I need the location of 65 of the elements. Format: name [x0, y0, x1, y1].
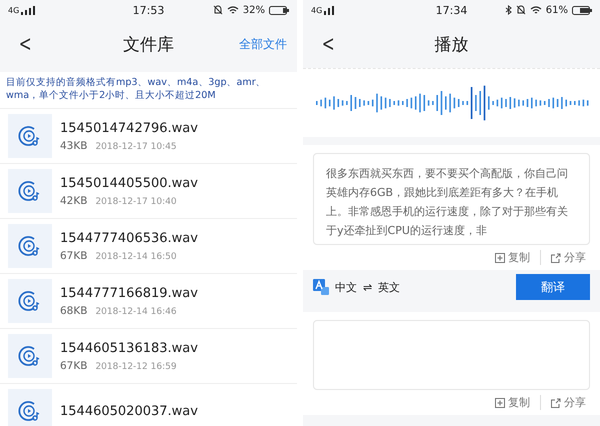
transcript-text-box[interactable]: 很多东西就买东西，要不要买个高配版，你自己问英雄内存6GB，跟她比到底差距有多大？在手机上。非常感恩手机的运行速度，除了对于那些有关于y还牵扯到CPU的运行速度，非 [313, 153, 590, 245]
page-title: 文件库 [123, 34, 174, 56]
file-size: 42KB [60, 194, 88, 206]
battery-percent: 32% [242, 4, 265, 16]
battery-icon [269, 6, 289, 14]
file-size: 68KB [60, 304, 88, 316]
translate-icon [313, 279, 329, 295]
file-list-item[interactable]: 1545014742796.wav 43KB 2018-12-17 10:45 [0, 108, 297, 163]
file-date: 2018-12-14 16:46 [95, 306, 177, 316]
audio-file-icon [8, 334, 52, 378]
wifi-icon [530, 6, 542, 14]
all-files-link[interactable]: 全部文件 [239, 36, 287, 52]
bell-muted-icon [516, 5, 526, 15]
file-name: 1544605020037.wav [60, 404, 198, 418]
battery-icon [572, 6, 592, 14]
copy-button[interactable]: 复制 [491, 250, 534, 265]
file-list-item[interactable]: 1545014405500.wav 42KB 2018-12-17 10:40 [0, 163, 297, 218]
translation-text-box[interactable] [313, 320, 590, 390]
status-time: 17:34 [436, 4, 468, 16]
audio-file-icon [8, 389, 52, 426]
transcript-text: 很多东西就买东西，要不要买个高配版，你自己问英雄内存6GB，跟她比到底差距有多大？在手机上。非常感恩手机的运行速度，除了对于那些有关于y还牵扯到CPU的运行速度，非 [326, 167, 568, 237]
network-label: 4G [8, 6, 20, 14]
format-notice: 目前仅支持的音频格式有mp3、wav、m4a、3gp、amr、wma，单个文件小于2小时、且大小不超过20M [0, 72, 297, 108]
back-button[interactable]: < [318, 32, 339, 56]
page-title: 播放 [434, 34, 468, 56]
bell-muted-icon [212, 5, 223, 15]
share-button[interactable]: 分享 [540, 250, 590, 265]
network-label: 4G [311, 6, 322, 14]
file-name: 1544777166819.wav [60, 286, 198, 300]
wifi-icon [226, 6, 239, 14]
copy-icon [495, 398, 505, 408]
bluetooth-icon [504, 5, 512, 15]
file-list-item[interactable]: 1544777406536.wav 67KB 2018-12-14 16:50 [0, 218, 297, 273]
file-date: 2018-12-17 10:40 [95, 196, 177, 206]
signal-icon [21, 6, 36, 14]
file-date: 2018-12-17 10:45 [95, 142, 177, 152]
battery-percent: 61% [546, 4, 568, 16]
file-list-item[interactable]: 1544777166819.wav 68KB 2018-12-14 16:46 [0, 273, 297, 328]
translate-button[interactable]: 翻译 [516, 274, 590, 300]
target-language[interactable]: 英文 [378, 280, 400, 294]
audio-file-icon [8, 224, 52, 268]
audio-file-icon [8, 279, 52, 323]
file-list-item[interactable]: 1544605136183.wav 67KB 2018-12-12 16:59 [0, 328, 297, 383]
audio-file-icon [8, 114, 52, 158]
file-size: 67KB [60, 250, 88, 262]
file-name: 1545014405500.wav [60, 176, 198, 190]
file-date: 2018-12-14 16:50 [95, 252, 177, 262]
signal-icon [324, 6, 334, 14]
file-size: 67KB [60, 360, 88, 372]
share-icon [551, 252, 561, 262]
swap-languages[interactable]: ⇌ [363, 280, 372, 294]
share-icon [551, 398, 561, 408]
copy-button[interactable]: 复制 [491, 395, 534, 410]
back-button[interactable]: < [14, 32, 36, 56]
file-list-item[interactable]: 1544605020037.wav [0, 383, 297, 426]
source-language[interactable]: 中文 [335, 280, 357, 294]
file-size: 43KB [60, 140, 88, 152]
audio-file-icon [8, 169, 52, 213]
share-button[interactable]: 分享 [540, 395, 590, 410]
status-time: 17:53 [132, 4, 164, 16]
file-name: 1544605136183.wav [60, 340, 198, 356]
file-date: 2018-12-12 16:59 [95, 362, 177, 372]
copy-icon [495, 252, 505, 262]
file-name: 1545014742796.wav [60, 120, 198, 136]
file-name: 1544777406536.wav [60, 230, 198, 246]
